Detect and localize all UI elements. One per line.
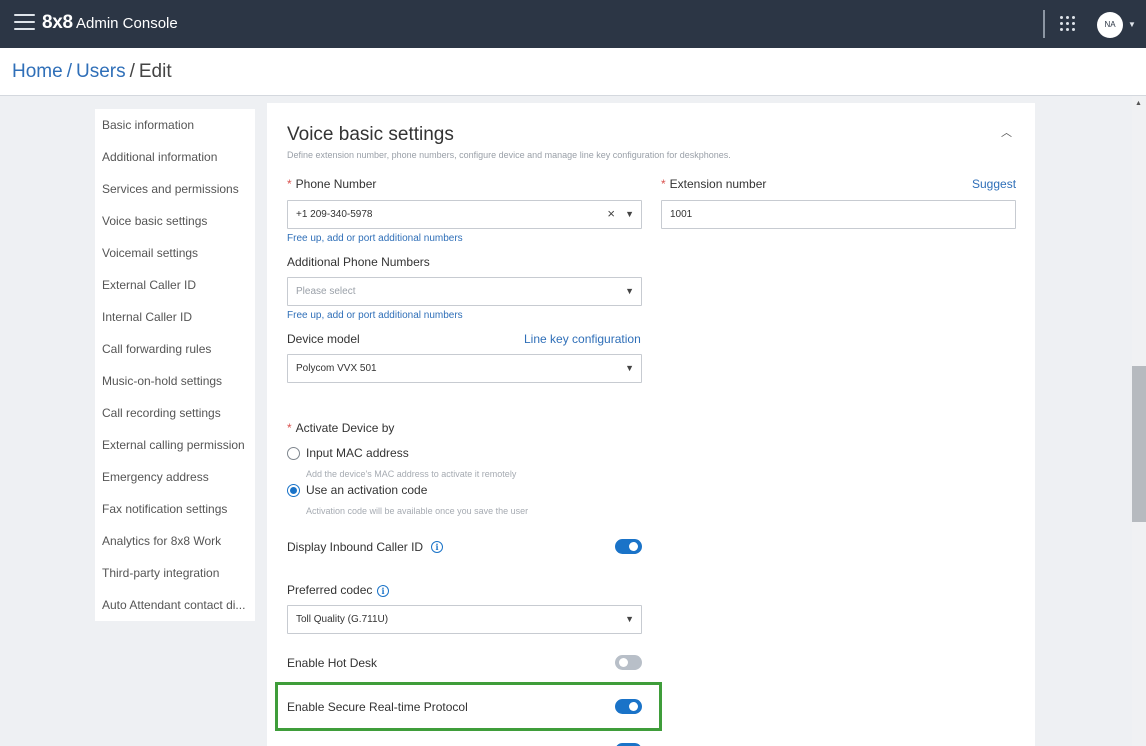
section-nav: Basic information Additional information… xyxy=(95,109,255,621)
sidebar-item-fax-notification[interactable]: Fax notification settings xyxy=(102,502,252,516)
sidebar-item-call-forwarding-rules[interactable]: Call forwarding rules xyxy=(102,342,252,356)
sidebar-item-analytics[interactable]: Analytics for 8x8 Work xyxy=(102,534,252,548)
breadcrumb-home[interactable]: Home xyxy=(12,61,63,82)
radio-input-mac[interactable] xyxy=(287,447,300,460)
caret-down-icon[interactable]: ▼ xyxy=(625,355,634,382)
activate-device-label: * Activate Device by xyxy=(287,421,395,435)
sidebar-item-internal-caller-id[interactable]: Internal Caller ID xyxy=(102,310,252,324)
suggest-link[interactable]: Suggest xyxy=(972,177,1016,191)
hot-desk-label: Enable Hot Desk xyxy=(287,656,378,670)
breadcrumb-separator: / xyxy=(66,61,72,82)
caret-down-icon[interactable]: ▼ xyxy=(625,606,634,633)
brand-logo: 8x8 xyxy=(42,12,73,33)
phone-number-select[interactable]: +1 209-340-5978 × ▼ xyxy=(287,200,642,229)
srtp-toggle[interactable] xyxy=(615,699,642,714)
preferred-codec-value: Toll Quality (G.711U) xyxy=(296,614,389,625)
sidebar-item-auto-attendant[interactable]: Auto Attendant contact di... xyxy=(102,598,252,612)
breadcrumb-users[interactable]: Users xyxy=(76,61,126,82)
extension-input[interactable]: 1001 xyxy=(661,200,1016,229)
phone-number-label: * Phone Number xyxy=(287,177,377,191)
section-title: Voice basic settings xyxy=(287,124,454,145)
info-icon[interactable]: i xyxy=(431,541,443,553)
free-up-numbers-link[interactable]: Free up, add or port additional numbers xyxy=(287,310,463,321)
device-model-label: Device model xyxy=(287,332,360,346)
sidebar-item-additional-information[interactable]: Additional information xyxy=(102,150,252,164)
extension-value: 1001 xyxy=(670,209,693,220)
caret-down-icon[interactable]: ▼ xyxy=(625,278,634,305)
device-model-value: Polycom VVX 501 xyxy=(296,363,377,374)
caret-down-icon[interactable]: ▼ xyxy=(625,201,634,228)
sidebar-item-call-recording[interactable]: Call recording settings xyxy=(102,406,252,420)
srtp-label: Enable Secure Real-time Protocol xyxy=(287,700,468,714)
additional-numbers-placeholder: Please select xyxy=(296,286,356,297)
device-model-select[interactable]: Polycom VVX 501 ▼ xyxy=(287,354,642,383)
inbound-caller-id-label: Display Inbound Caller ID xyxy=(287,540,424,554)
scroll-up-arrow-icon[interactable]: ▲ xyxy=(1135,100,1142,107)
activation-code-hint: Activation code will be available once y… xyxy=(306,506,529,516)
user-avatar[interactable]: NA xyxy=(1097,12,1123,38)
sidebar-item-basic-information[interactable]: Basic information xyxy=(102,118,252,132)
hot-desk-toggle[interactable] xyxy=(615,655,642,670)
chevron-up-icon[interactable]: ︿ xyxy=(1001,124,1012,140)
divider xyxy=(1043,10,1045,38)
sidebar-item-voice-basic-settings[interactable]: Voice basic settings xyxy=(102,214,252,228)
input-mac-label[interactable]: Input MAC address xyxy=(306,446,409,460)
sidebar-item-external-caller-id[interactable]: External Caller ID xyxy=(102,278,252,292)
additional-numbers-label: Additional Phone Numbers xyxy=(287,255,430,269)
radio-activation-code[interactable] xyxy=(287,484,300,497)
activation-code-label[interactable]: Use an activation code xyxy=(306,483,427,497)
clear-icon[interactable]: × xyxy=(607,200,615,227)
sidebar-item-emergency-address[interactable]: Emergency address xyxy=(102,470,252,484)
breadcrumb: Home / Users / Edit xyxy=(12,61,172,83)
input-mac-hint: Add the device's MAC address to activate… xyxy=(306,469,517,479)
preferred-codec-label: Preferred codec xyxy=(287,583,373,597)
sidebar-item-voicemail-settings[interactable]: Voicemail settings xyxy=(102,246,252,260)
voice-settings-card: Voice basic settings ︿ Define extension … xyxy=(267,103,1035,746)
app-grid-icon[interactable] xyxy=(1060,16,1076,32)
preferred-codec-select[interactable]: Toll Quality (G.711U) ▼ xyxy=(287,605,642,634)
breadcrumb-current: Edit xyxy=(138,61,172,82)
app-title: Admin Console xyxy=(76,15,178,32)
line-key-configuration-link[interactable]: Line key configuration xyxy=(524,332,641,346)
hamburger-menu-icon[interactable] xyxy=(14,13,36,31)
sidebar-item-services-permissions[interactable]: Services and permissions xyxy=(102,182,252,196)
sidebar-item-third-party-integration[interactable]: Third-party integration xyxy=(102,566,252,580)
extension-label: * Extension number xyxy=(661,177,767,191)
inbound-caller-id-toggle[interactable] xyxy=(615,539,642,554)
sidebar-item-music-on-hold[interactable]: Music-on-hold settings xyxy=(102,374,252,388)
phone-number-value: +1 209-340-5978 xyxy=(296,209,373,220)
section-description: Define extension number, phone numbers, … xyxy=(287,150,731,160)
breadcrumb-separator: / xyxy=(129,61,135,82)
additional-numbers-select[interactable]: Please select ▼ xyxy=(287,277,642,306)
chevron-down-icon[interactable]: ▼ xyxy=(1128,20,1136,29)
sidebar-item-external-calling-permission[interactable]: External calling permission xyxy=(102,438,252,452)
top-bar: 8x8 Admin Console NA ▼ xyxy=(0,0,1146,48)
scrollbar-thumb[interactable] xyxy=(1132,366,1146,522)
free-up-numbers-link[interactable]: Free up, add or port additional numbers xyxy=(287,233,463,244)
breadcrumb-bar: Home / Users / Edit xyxy=(0,48,1146,96)
info-icon[interactable]: i xyxy=(377,585,389,597)
